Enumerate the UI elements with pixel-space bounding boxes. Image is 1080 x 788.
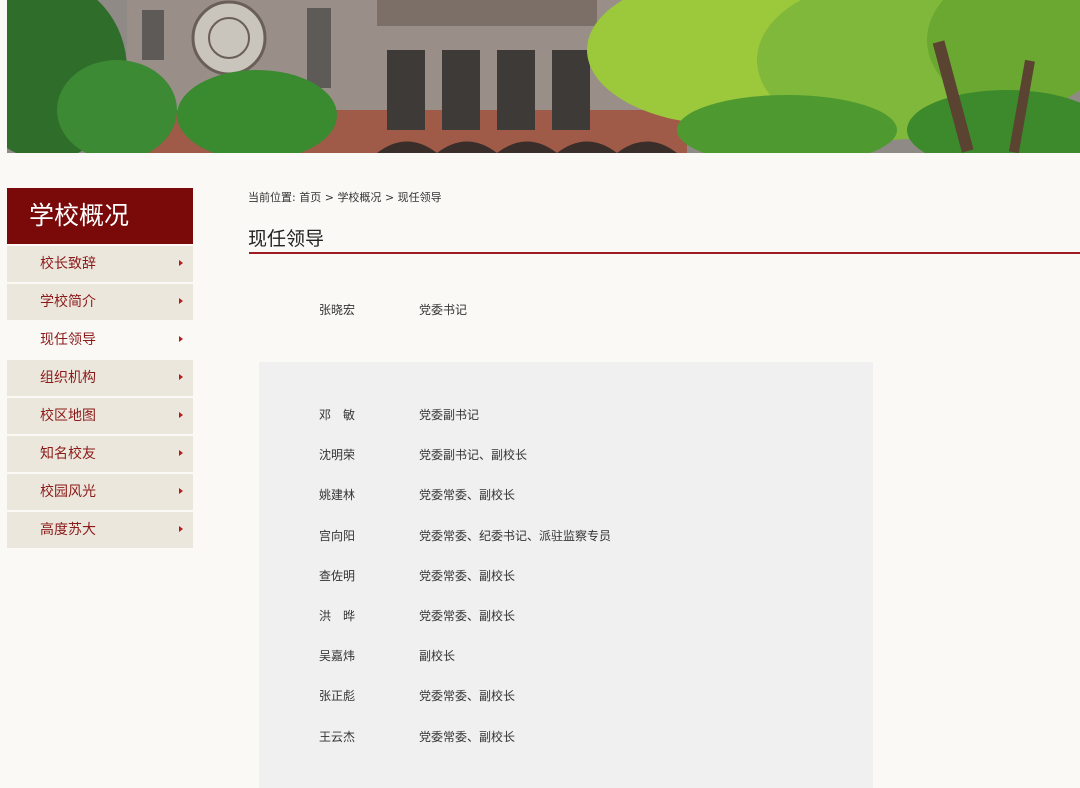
leader-row: 张正彪 党委常委、副校长 xyxy=(319,687,515,704)
leader-role: 党委常委、副校长 xyxy=(419,609,516,623)
sidebar: 学校概况 校长致辞 学校简介 现任领导 组织机构 校区地图 知名校友 校园风光 xyxy=(7,188,193,550)
breadcrumb-current-link[interactable]: 现任领导 xyxy=(398,191,442,204)
title-divider xyxy=(249,252,1080,254)
chevron-right-icon xyxy=(179,450,183,456)
leader-role: 党委副书记、副校长 xyxy=(419,448,528,462)
leader-name: 查佐明 xyxy=(319,569,356,583)
chevron-right-icon xyxy=(179,526,183,532)
campus-banner-image xyxy=(7,0,1080,153)
breadcrumb-home-link[interactable]: 首页 xyxy=(299,191,321,204)
sidebar-item-organization[interactable]: 组织机构 xyxy=(7,360,193,396)
breadcrumb-section-link[interactable]: 学校概况 xyxy=(337,191,381,204)
sidebar-item-campus-map[interactable]: 校区地图 xyxy=(7,398,193,434)
leader-name: 王云杰 xyxy=(319,730,356,744)
sidebar-item-alumni[interactable]: 知名校友 xyxy=(7,436,193,472)
sidebar-item-principal-message[interactable]: 校长致辞 xyxy=(7,246,193,282)
breadcrumb-separator: > xyxy=(324,191,334,204)
leader-name: 吴嘉炜 xyxy=(319,649,356,663)
leader-row: 查佐明 党委常委、副校长 xyxy=(319,567,515,584)
sidebar-menu: 校长致辞 学校简介 现任领导 组织机构 校区地图 知名校友 校园风光 高度苏大 xyxy=(7,246,193,548)
leader-name: 宫向阳 xyxy=(319,529,356,543)
sidebar-item-label: 学校简介 xyxy=(40,294,96,310)
sidebar-item-campus-scenery[interactable]: 校园风光 xyxy=(7,474,193,510)
sidebar-item-current-leaders[interactable]: 现任领导 xyxy=(7,322,193,358)
leader-role: 副校长 xyxy=(419,649,456,663)
chevron-right-icon xyxy=(179,260,183,266)
leader-name: 姚建林 xyxy=(319,488,356,502)
leader-row: 沈明荣 党委副书记、副校长 xyxy=(319,446,527,463)
leader-role: 党委常委、副校长 xyxy=(419,689,516,703)
leader-row: 洪 晔 党委常委、副校长 xyxy=(319,607,515,624)
leader-row: 吴嘉炜 副校长 xyxy=(319,647,455,664)
sidebar-item-school-intro[interactable]: 学校简介 xyxy=(7,284,193,320)
leader-role: 党委副书记 xyxy=(419,408,480,422)
sidebar-item-label: 知名校友 xyxy=(40,446,96,462)
sidebar-item-label: 组织机构 xyxy=(40,370,96,386)
sidebar-title: 学校概况 xyxy=(7,188,193,244)
leader-role: 党委常委、副校长 xyxy=(419,569,516,583)
leader-name: 张晓宏 xyxy=(319,303,356,317)
chevron-right-icon xyxy=(179,488,183,494)
banner-illustration xyxy=(7,0,1080,153)
sidebar-item-label: 校园风光 xyxy=(40,484,96,500)
sidebar-item-label: 高度苏大 xyxy=(40,522,96,538)
leader-role: 党委常委、纪委书记、派驻监察专员 xyxy=(419,529,612,543)
leader-name: 沈明荣 xyxy=(319,448,356,462)
leader-row: 宫向阳 党委常委、纪委书记、派驻监察专员 xyxy=(319,527,611,544)
breadcrumb: 当前位置: 首页 > 学校概况 > 现任领导 xyxy=(248,189,442,205)
leader-row: 邓 敏 党委副书记 xyxy=(319,406,479,423)
chevron-right-icon xyxy=(179,374,183,380)
sidebar-item-label: 现任领导 xyxy=(40,332,96,348)
leader-role: 党委常委、副校长 xyxy=(419,488,516,502)
sidebar-item-label: 校区地图 xyxy=(40,408,96,424)
breadcrumb-prefix: 当前位置: xyxy=(248,191,296,204)
sidebar-item-gaodu-suda[interactable]: 高度苏大 xyxy=(7,512,193,548)
page-title: 现任领导 xyxy=(248,228,325,250)
leader-row: 王云杰 党委常委、副校长 xyxy=(319,728,515,745)
leader-role: 党委常委、副校长 xyxy=(419,730,516,744)
leader-name: 洪 晔 xyxy=(319,609,356,623)
sidebar-item-label: 校长致辞 xyxy=(40,256,96,272)
chevron-right-icon xyxy=(179,336,183,342)
chevron-right-icon xyxy=(179,412,183,418)
leader-role: 党委书记 xyxy=(419,303,468,317)
breadcrumb-separator: > xyxy=(384,191,395,204)
leader-name: 邓 敏 xyxy=(319,408,356,422)
leader-name: 张正彪 xyxy=(319,689,356,703)
chevron-right-icon xyxy=(179,298,183,304)
leader-row: 姚建林 党委常委、副校长 xyxy=(319,486,515,503)
leader-row-secretary: 张晓宏 党委书记 xyxy=(319,301,467,318)
